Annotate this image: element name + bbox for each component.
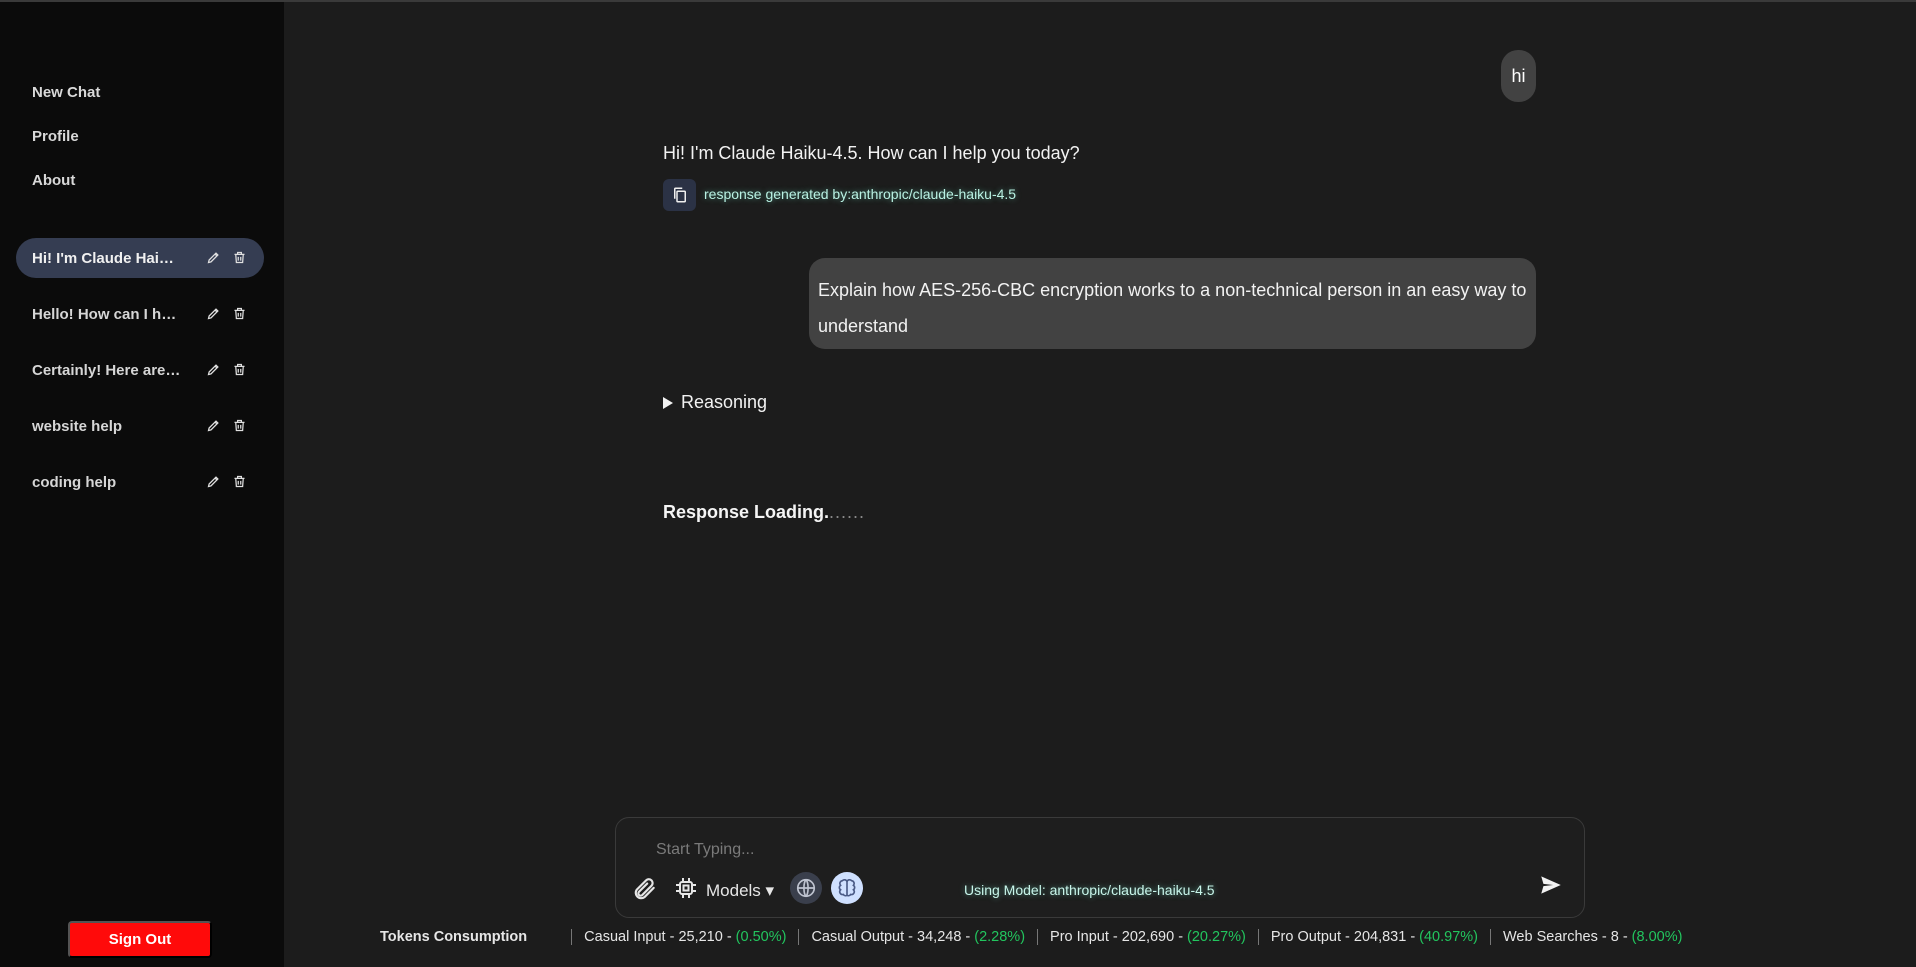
assistant-message: Hi! I'm Claude Haiku-4.5. How can I help…	[663, 143, 1080, 163]
models-label: Models ▾	[706, 880, 775, 900]
token-stat: Casual Output - 34,248 - (2.28%)	[811, 929, 1025, 945]
chat-item[interactable]: Certainly! Here are ...	[16, 350, 264, 390]
send-icon[interactable]	[1538, 872, 1564, 898]
chat-title: website help	[32, 417, 123, 435]
chat-title: Hi! I'm Claude Haiku...	[32, 249, 182, 267]
brain-icon[interactable]	[831, 872, 863, 904]
sign-out-button[interactable]: Sign Out	[68, 921, 212, 958]
divider	[571, 929, 573, 945]
reasoning-label: Reasoning	[681, 392, 768, 412]
user-message: hi	[1501, 50, 1536, 102]
message-input[interactable]	[656, 838, 1356, 862]
token-stat-percent: (2.28%)	[974, 929, 1026, 945]
token-stat-percent: (8.00%)	[1631, 929, 1683, 945]
window-top-border	[0, 0, 1916, 2]
chat-item[interactable]: coding help	[16, 462, 264, 502]
chat-title: Certainly! Here are ...	[32, 361, 182, 379]
token-stat-label: Casual Input - 25,210 -	[584, 929, 732, 945]
reasoning-toggle[interactable]: Reasoning	[663, 392, 767, 413]
model-attribution: response generated by:anthropic/claude-h…	[704, 186, 1017, 202]
divider	[1257, 929, 1259, 945]
chat-item[interactable]: Hi! I'm Claude Haiku...	[16, 238, 264, 278]
active-model-label: Using Model: anthropic/claude-haiku-4.5	[964, 882, 1215, 898]
divider	[1037, 929, 1039, 945]
loading-dots: ......	[829, 502, 866, 522]
chat-item[interactable]: Hello! How can I hel...	[16, 294, 264, 334]
trash-icon[interactable]	[230, 304, 248, 322]
token-stat-label: Web Searches - 8 -	[1503, 929, 1628, 945]
token-stat: Pro Input - 202,690 - (20.27%)	[1050, 929, 1246, 945]
trash-icon[interactable]	[230, 248, 248, 266]
chip-icon	[674, 876, 698, 905]
caret-right-icon	[663, 396, 673, 409]
tokens-heading: Tokens Consumption	[380, 929, 528, 945]
token-stat-percent: (20.27%)	[1187, 929, 1246, 945]
nav-profile[interactable]: Profile	[32, 128, 79, 145]
models-dropdown[interactable]: Models ▾	[674, 876, 774, 905]
token-stat-percent: (40.97%)	[1419, 929, 1478, 945]
chat-item[interactable]: website help	[16, 406, 264, 446]
copy-icon[interactable]	[663, 179, 696, 211]
trash-icon[interactable]	[230, 416, 248, 434]
sidebar: New Chat Profile About Hi! I'm Claude Ha…	[0, 2, 284, 967]
user-message: Explain how AES-256-CBC encryption works…	[809, 258, 1536, 349]
message-composer: Models ▾ Using Model: anthropic/claude-h…	[615, 817, 1585, 918]
token-stat: Casual Input - 25,210 - (0.50%)	[584, 929, 786, 945]
edit-icon[interactable]	[204, 360, 222, 378]
paperclip-icon[interactable]	[632, 876, 658, 902]
token-stat: Web Searches - 8 - (8.00%)	[1503, 929, 1682, 945]
token-stat-label: Pro Output - 204,831 -	[1270, 929, 1416, 945]
loading-label: Response Loading.	[663, 502, 830, 522]
edit-icon[interactable]	[204, 248, 222, 266]
loading-indicator: Response Loading.......	[663, 502, 865, 523]
nav-about[interactable]: About	[32, 172, 75, 189]
divider	[798, 929, 800, 945]
trash-icon[interactable]	[230, 360, 248, 378]
edit-icon[interactable]	[204, 416, 222, 434]
nav-new-chat[interactable]: New Chat	[32, 84, 100, 101]
divider	[1490, 929, 1491, 945]
trash-icon[interactable]	[230, 472, 248, 490]
token-stat: Pro Output - 204,831 - (40.97%)	[1271, 929, 1478, 945]
chat-title: coding help	[32, 473, 117, 491]
tokens-consumption-bar: Tokens Consumption Casual Input - 25,210…	[380, 927, 1682, 947]
token-stat-label: Casual Output - 34,248 -	[811, 929, 971, 945]
edit-icon[interactable]	[204, 304, 222, 322]
token-stat-percent: (0.50%)	[735, 929, 787, 945]
token-stat-label: Pro Input - 202,690 -	[1050, 929, 1184, 945]
globe-icon[interactable]	[790, 872, 822, 904]
chat-title: Hello! How can I hel...	[32, 305, 182, 323]
edit-icon[interactable]	[204, 472, 222, 490]
